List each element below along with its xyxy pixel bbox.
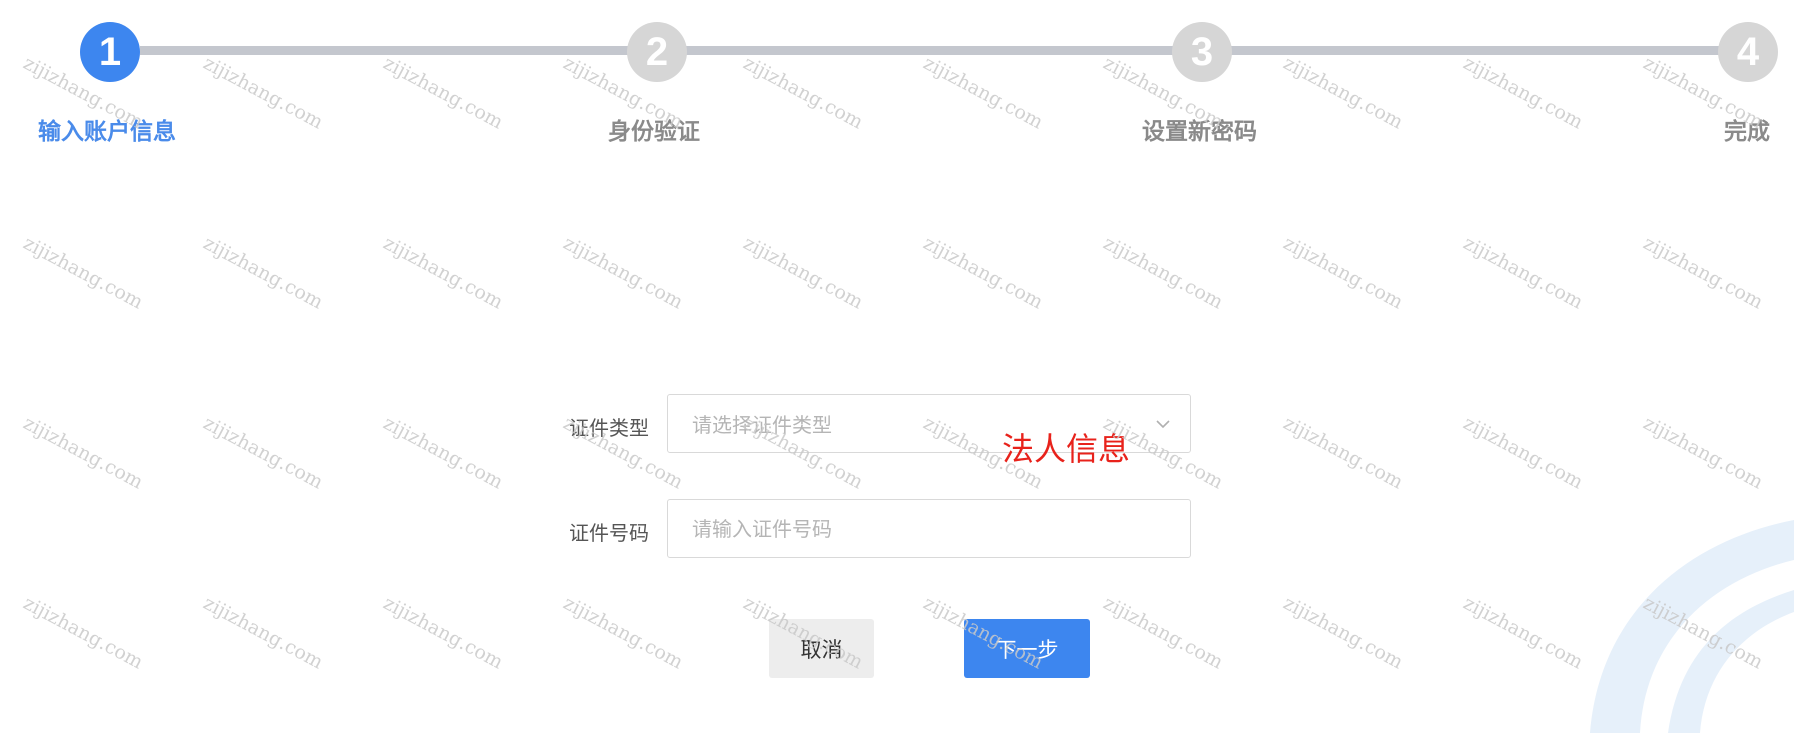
- watermark-text: zijizhang.com: [1639, 232, 1767, 314]
- step-4-label: 完成: [1724, 119, 1770, 145]
- step-1-label: 输入账户信息: [38, 119, 176, 145]
- watermark-text: zijizhang.com: [919, 232, 1047, 314]
- watermark-text: zijizhang.com: [1639, 412, 1767, 494]
- step-4-circle: 4: [1718, 22, 1778, 82]
- watermark-text: zijizhang.com: [1099, 592, 1227, 674]
- watermark-text: zijizhang.com: [1459, 412, 1587, 494]
- id-type-label: 证件类型: [569, 416, 649, 440]
- watermark-text: zijizhang.com: [199, 232, 327, 314]
- watermark-text: zijizhang.com: [1099, 232, 1227, 314]
- watermark-text: zijizhang.com: [19, 412, 147, 494]
- watermark-text: zijizhang.com: [1459, 232, 1587, 314]
- id-number-label: 证件号码: [569, 521, 649, 545]
- step-connector: [140, 46, 640, 55]
- watermark-text: zijizhang.com: [379, 412, 507, 494]
- step-3-label: 设置新密码: [1142, 119, 1257, 145]
- watermark-text: zijizhang.com: [1279, 412, 1407, 494]
- watermark-text: zijizhang.com: [379, 232, 507, 314]
- watermark-text: zijizhang.com: [19, 592, 147, 674]
- next-step-button[interactable]: 下一步: [964, 619, 1090, 678]
- watermark-text: zijizhang.com: [199, 592, 327, 674]
- step-connector: [1230, 46, 1730, 55]
- step-1-circle: 1: [80, 22, 140, 82]
- step-3-circle: 3: [1172, 22, 1232, 82]
- watermark-text: zijizhang.com: [19, 232, 147, 314]
- progress-steps: 1 2 3 4 输入账户信息 身份验证 设置新密码 完成: [0, 0, 1794, 160]
- step-connector: [685, 46, 1185, 55]
- chevron-down-icon: [1156, 420, 1170, 429]
- id-number-field: [667, 499, 1191, 558]
- watermark-text: zijizhang.com: [739, 232, 867, 314]
- id-type-placeholder: 请选择证件类型: [692, 413, 832, 437]
- id-number-input[interactable]: [668, 500, 1190, 557]
- cancel-button[interactable]: 取消: [769, 619, 874, 678]
- legal-person-annotation: 法人信息: [1002, 430, 1131, 468]
- watermark-text: zijizhang.com: [1279, 232, 1407, 314]
- watermark-text: zijizhang.com: [1459, 592, 1587, 674]
- watermark-text: zijizhang.com: [559, 592, 687, 674]
- watermark-text: zijizhang.com: [1639, 592, 1767, 674]
- watermark-text: zijizhang.com: [379, 592, 507, 674]
- watermark-text: zijizhang.com: [199, 412, 327, 494]
- watermark-text: zijizhang.com: [559, 232, 687, 314]
- watermark-text: zijizhang.com: [1279, 592, 1407, 674]
- step-2-label: 身份验证: [608, 119, 700, 145]
- step-2-circle: 2: [627, 22, 687, 82]
